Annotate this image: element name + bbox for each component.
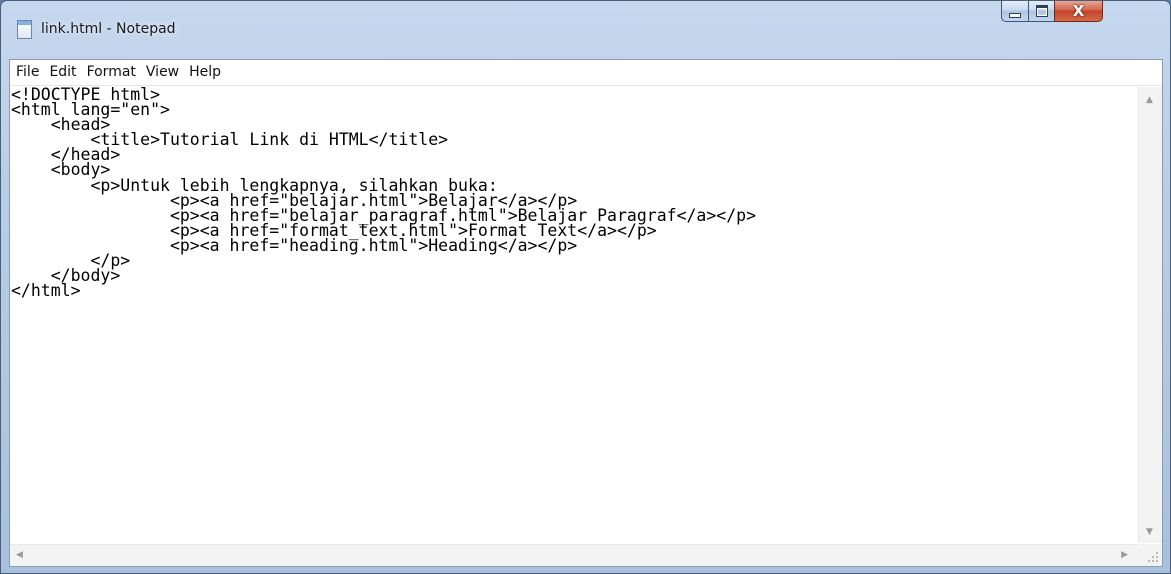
menu-view[interactable]: View (141, 60, 184, 85)
scroll-up-icon[interactable]: ▲ (1146, 95, 1153, 105)
editor-content[interactable]: <!DOCTYPE html> <html lang="en"> <head> … (11, 87, 1136, 299)
minimize-button[interactable] (1001, 1, 1029, 22)
menu-file[interactable]: File (11, 60, 44, 85)
scroll-left-icon[interactable]: ◀ (16, 550, 23, 560)
window-title: link.html - Notepad (41, 21, 176, 37)
horizontal-scrollbar[interactable]: ◀ ▶ (10, 544, 1138, 566)
maximize-icon (1035, 5, 1048, 17)
menu-edit[interactable]: Edit (44, 60, 81, 85)
scroll-right-icon[interactable]: ▶ (1121, 550, 1128, 560)
vertical-scrollbar[interactable]: ▲ ▼ (1138, 87, 1162, 543)
minimize-icon (1009, 12, 1021, 18)
client-area: File Edit Format View Help <!DOCTYPE htm… (9, 59, 1163, 567)
maximize-button[interactable] (1028, 1, 1055, 22)
menu-format[interactable]: Format (82, 60, 141, 85)
scroll-down-icon[interactable]: ▼ (1146, 527, 1153, 537)
resize-grip-icon[interactable] (1138, 544, 1162, 566)
notepad-icon[interactable] (17, 20, 32, 39)
menu-bar: File Edit Format View Help (10, 60, 1162, 86)
close-icon: X (1072, 1, 1085, 20)
text-editor[interactable]: <!DOCTYPE html> <html lang="en"> <head> … (11, 87, 1136, 543)
menu-help[interactable]: Help (184, 60, 226, 85)
close-button[interactable]: X (1054, 1, 1103, 22)
notepad-window: link.html - Notepad X File Edit Format V… (0, 0, 1171, 574)
title-bar[interactable]: link.html - Notepad X (1, 1, 1170, 59)
